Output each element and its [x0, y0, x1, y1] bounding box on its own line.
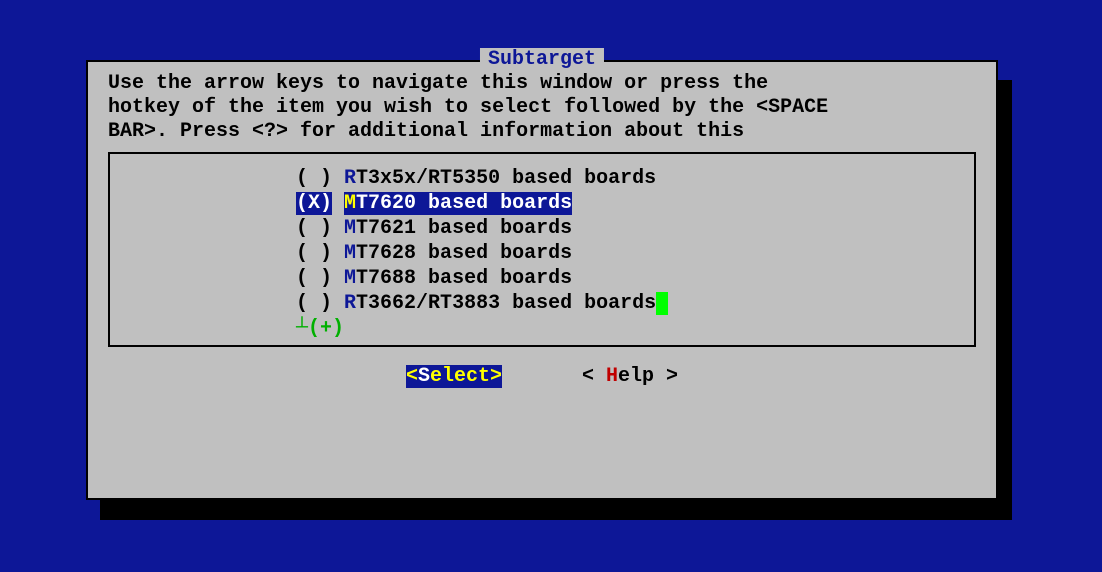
more-indicator: ┴(+): [110, 316, 974, 341]
option-item[interactable]: ( ) MT7621 based boards: [110, 216, 974, 241]
option-item[interactable]: (X) MT7620 based boards: [110, 191, 974, 216]
cursor-icon: [656, 292, 668, 315]
option-label: T7621 based boards: [356, 217, 572, 240]
options-box: ( ) RT3x5x/RT5350 based boards (X) MT762…: [108, 152, 976, 347]
option-item[interactable]: ( ) RT3662/RT3883 based boards: [110, 291, 974, 316]
option-hotkey: M: [344, 192, 356, 215]
option-hotkey: M: [344, 242, 356, 265]
radio-icon: ( ): [296, 292, 332, 315]
dialog-title: Subtarget: [480, 48, 604, 71]
button-bar: <Select> < Help >: [88, 359, 996, 398]
help-button[interactable]: < Help >: [582, 365, 678, 388]
radio-icon: (X): [296, 192, 332, 215]
help-text: Use the arrow keys to navigate this wind…: [88, 62, 996, 152]
option-item[interactable]: ( ) MT7628 based boards: [110, 241, 974, 266]
option-label: T7628 based boards: [356, 242, 572, 265]
option-hotkey: M: [344, 267, 356, 290]
option-item[interactable]: ( ) RT3x5x/RT5350 based boards: [110, 166, 974, 191]
option-hotkey: R: [344, 292, 356, 315]
dialog: Subtarget Use the arrow keys to navigate…: [86, 60, 998, 500]
option-label: T3x5x/RT5350 based boards: [356, 167, 656, 190]
radio-icon: ( ): [296, 167, 332, 190]
option-hotkey: M: [344, 217, 356, 240]
option-hotkey: R: [344, 167, 356, 190]
option-label: T7688 based boards: [356, 267, 572, 290]
option-label: T3662/RT3883 based boards: [356, 292, 656, 315]
option-item[interactable]: ( ) MT7688 based boards: [110, 266, 974, 291]
radio-icon: ( ): [296, 267, 332, 290]
option-label: T7620 based boards: [356, 192, 572, 215]
select-button[interactable]: <Select>: [406, 365, 502, 388]
radio-icon: ( ): [296, 242, 332, 265]
radio-icon: ( ): [296, 217, 332, 240]
